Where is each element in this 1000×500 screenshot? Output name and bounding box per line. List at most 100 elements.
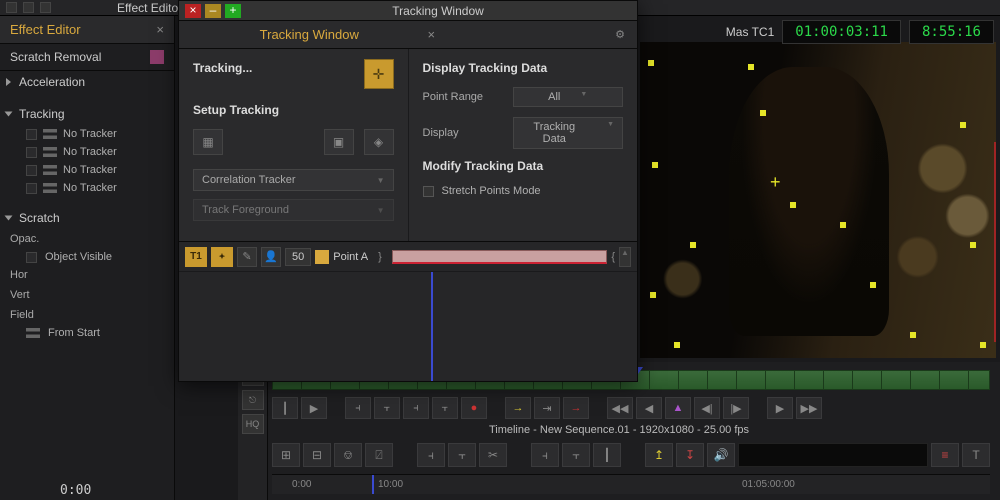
overwrite-button[interactable]: ⍁ (365, 443, 393, 467)
menu-button[interactable]: ≡ (931, 443, 959, 467)
tracking-point[interactable] (648, 60, 654, 66)
step-fwd-button[interactable]: ▶ (767, 397, 793, 419)
window-maximize-button[interactable]: + (225, 4, 241, 18)
tracking-left-col: Tracking... ✛ Setup Tracking ▦ ▣ ◈ Corre… (179, 49, 409, 241)
scroll-up-icon[interactable]: ▲ (619, 247, 631, 267)
clear-out-button[interactable]: ⫟ (432, 397, 458, 419)
playhead-line[interactable] (431, 272, 433, 381)
tracker-opt-button[interactable]: ◈ (364, 129, 394, 155)
tracking-point[interactable] (870, 282, 876, 288)
tracker-type-dropdown[interactable]: Correlation Tracker▼ (193, 169, 394, 191)
display-dropdown[interactable]: Tracking Data▼ (513, 117, 624, 149)
tracker-row[interactable]: No Tracker (0, 161, 174, 179)
close-icon[interactable]: × (156, 22, 164, 37)
window-close-button[interactable]: × (185, 4, 201, 18)
keyframe-button[interactable]: ▲ (665, 397, 691, 419)
checkbox[interactable] (423, 186, 434, 197)
tracking-point[interactable] (690, 242, 696, 248)
insert-button[interactable]: ⊞ (272, 443, 300, 467)
mark-out-button[interactable]: ⫟ (374, 397, 400, 419)
start-tracking-button[interactable]: ✛ (364, 59, 394, 89)
audio-up-button[interactable]: ↥ (645, 443, 673, 467)
tracker-row[interactable]: No Tracker (0, 143, 174, 161)
split-button[interactable]: ⫞ (417, 443, 445, 467)
play-button[interactable]: ▶ (301, 397, 327, 419)
effect-section[interactable]: Scratch Removal (0, 44, 174, 71)
tracking-window-titlebar[interactable]: × – + Tracking Window (179, 1, 637, 21)
tracking-point[interactable] (790, 202, 796, 208)
goto-start-button[interactable]: ┃ (272, 397, 298, 419)
tracking-point[interactable] (910, 332, 916, 338)
marker-2-button[interactable]: ⇥ (534, 397, 560, 419)
track-target-dropdown[interactable]: Track Foreground▼ (193, 199, 394, 221)
close-icon[interactable]: × (428, 27, 436, 42)
from-start-row[interactable]: From Start (0, 325, 174, 341)
checkbox[interactable] (26, 165, 37, 176)
point-range-dropdown[interactable]: All▼ (513, 87, 624, 107)
top-btn[interactable] (40, 2, 51, 13)
object-visible-row[interactable]: Object Visible (0, 249, 174, 265)
master-timecode[interactable]: 01:00:03:11 (782, 20, 901, 44)
tool-button[interactable]: ⫞ (531, 443, 559, 467)
frame-back-button[interactable]: ◀| (694, 397, 720, 419)
extract-button[interactable]: ⊟ (303, 443, 331, 467)
tracking-point[interactable] (760, 110, 766, 116)
new-tracker-button[interactable]: ▦ (193, 129, 223, 155)
person-icon[interactable]: 👤 (261, 247, 281, 267)
checkbox[interactable] (26, 129, 37, 140)
text-button[interactable]: T (962, 443, 990, 467)
cut-button[interactable]: ✂ (479, 443, 507, 467)
checkbox[interactable] (26, 183, 37, 194)
clear-in-button[interactable]: ⫞ (403, 397, 429, 419)
tracking-point[interactable] (960, 122, 966, 128)
viewer-monitor[interactable]: + (640, 42, 996, 358)
checkbox[interactable] (26, 252, 37, 263)
mark-in-button[interactable]: ⫞ (345, 397, 371, 419)
tracking-point[interactable] (840, 222, 846, 228)
t1-sub-button[interactable]: ✦ (211, 247, 233, 267)
t1-button[interactable]: T1 (185, 247, 207, 267)
top-btn[interactable] (23, 2, 34, 13)
tracking-point[interactable] (674, 342, 680, 348)
tracking-point[interactable] (980, 342, 986, 348)
tool-button[interactable]: ⫟ (562, 443, 590, 467)
tracker-value[interactable]: 50 (285, 248, 311, 266)
marker-3-button[interactable]: → (563, 397, 589, 419)
marker-1-button[interactable]: → (505, 397, 531, 419)
link-icon[interactable]: ⎋ (242, 390, 264, 410)
rewind-button[interactable]: ◀◀ (607, 397, 633, 419)
tracking-point[interactable] (652, 162, 658, 168)
tracking-point[interactable] (748, 64, 754, 70)
effect-editor-header: Effect Editor × (0, 16, 174, 44)
tracking-point[interactable] (650, 292, 656, 298)
tracking-graph-area[interactable] (179, 271, 637, 381)
step-back-button[interactable]: ◀ (636, 397, 662, 419)
group-tracking[interactable]: Tracking (0, 103, 174, 125)
tracker-opt-button[interactable]: ▣ (324, 129, 354, 155)
tracker-row[interactable]: No Tracker (0, 179, 174, 197)
record-button[interactable]: ● (461, 397, 487, 419)
tool-button[interactable]: ┃ (593, 443, 621, 467)
color-swatch[interactable] (315, 250, 329, 264)
stretch-points-checkbox[interactable]: Stretch Points Mode (423, 185, 624, 197)
window-minimize-button[interactable]: – (205, 4, 221, 18)
checkbox[interactable] (26, 147, 37, 158)
gear-icon[interactable]: ⚙ (615, 28, 625, 41)
audio-down-button[interactable]: ↧ (676, 443, 704, 467)
tracker-row[interactable]: No Tracker (0, 125, 174, 143)
graph-icon[interactable]: ✎ (237, 247, 257, 267)
volume-button[interactable]: 🔊 (707, 443, 735, 467)
ruler-playhead[interactable] (372, 475, 374, 494)
frame-fwd-button[interactable]: |▶ (723, 397, 749, 419)
tracking-range-bar[interactable] (392, 250, 608, 264)
group-scratch[interactable]: Scratch (0, 207, 174, 229)
top-btn[interactable] (6, 2, 17, 13)
group-acceleration[interactable]: Acceleration (0, 71, 174, 93)
lift-button[interactable]: ⎊ (334, 443, 362, 467)
tracking-point[interactable] (970, 242, 976, 248)
fast-fwd-button[interactable]: ▶▶ (796, 397, 822, 419)
duration-timecode[interactable]: 8:55:16 (909, 20, 994, 44)
waveform-area[interactable] (738, 443, 928, 467)
trim-button[interactable]: ⫟ (448, 443, 476, 467)
timeline-ruler[interactable]: 0:00 10:00 01:05:00:00 (272, 474, 990, 494)
